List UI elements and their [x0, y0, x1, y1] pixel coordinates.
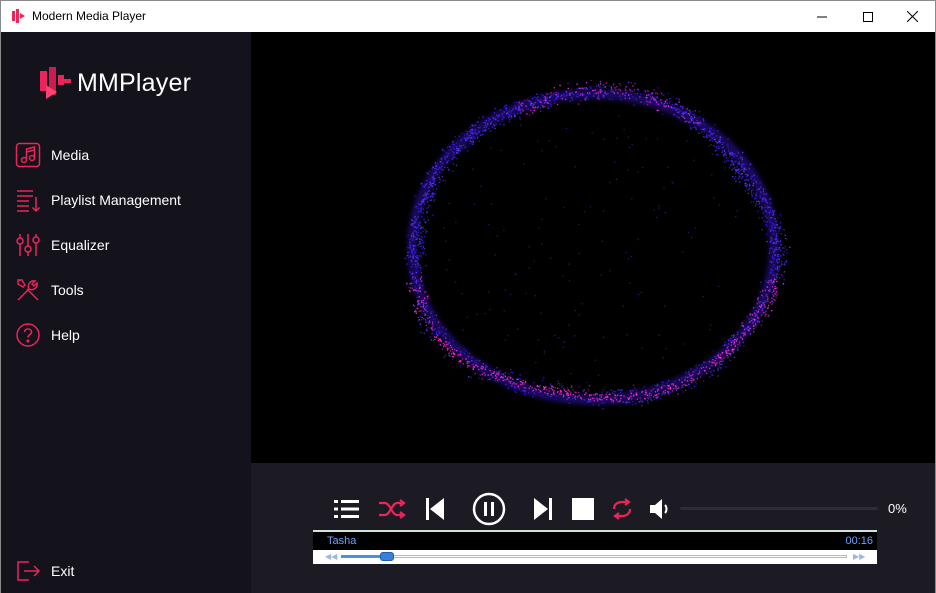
- sidebar-item-label: Equalizer: [51, 237, 110, 253]
- speaker-icon: [650, 499, 668, 519]
- music-note-icon: [15, 142, 41, 168]
- track-title: Tasha: [327, 535, 357, 547]
- exit-icon: [15, 558, 41, 584]
- mmplayer-logo: [40, 67, 71, 99]
- sidebar-item-tools[interactable]: Tools: [15, 275, 84, 305]
- audio-visualizer: [404, 79, 791, 410]
- sidebar: MMPlayer Media Playlist Management Equal…: [1, 32, 251, 593]
- sidebar-item-equalizer[interactable]: Equalizer: [15, 230, 109, 260]
- track-info-bar: Tasha 00:16: [313, 532, 877, 550]
- now-playing-panel: Tasha 00:16 ◀◀ ▶▶: [313, 530, 877, 566]
- sidebar-item-label: Media: [51, 147, 90, 163]
- window-title: Modern Media Player: [32, 9, 147, 23]
- playlist-button[interactable]: [333, 496, 361, 522]
- seek-thumb[interactable]: [379, 552, 394, 561]
- repeat-icon: [612, 498, 632, 520]
- minimize-icon: [817, 16, 827, 17]
- brand-name: MMPlayer: [77, 68, 192, 97]
- exit-button[interactable]: Exit: [15, 556, 74, 586]
- close-icon: [906, 11, 918, 22]
- app-window: Modern Media Player MMPlayer Media Playl…: [0, 0, 936, 593]
- previous-button[interactable]: [423, 495, 447, 523]
- next-button[interactable]: [531, 495, 555, 523]
- rewind-icon[interactable]: ◀◀: [325, 552, 337, 561]
- elapsed-time: 00:16: [845, 535, 873, 547]
- exit-label: Exit: [51, 563, 75, 579]
- volume-slider[interactable]: [680, 507, 878, 510]
- shuffle-button[interactable]: [377, 496, 407, 522]
- player-controls: 0% Tasha 00:16 ◀◀ ▶▶: [251, 463, 935, 593]
- skip-back-icon: [426, 498, 444, 520]
- maximize-button[interactable]: [845, 1, 891, 32]
- sidebar-item-help[interactable]: Help: [15, 320, 80, 350]
- brand: MMPlayer: [37, 63, 191, 103]
- minimize-button[interactable]: [799, 1, 845, 32]
- stop-icon: [572, 498, 594, 520]
- seek-rail: [341, 555, 847, 558]
- volume-button[interactable]: [647, 495, 675, 523]
- sidebar-item-playlist-management[interactable]: Playlist Management: [15, 185, 181, 215]
- close-button[interactable]: [889, 1, 935, 32]
- fast-forward-icon[interactable]: ▶▶: [853, 552, 865, 561]
- playlist-icon: [15, 187, 41, 213]
- seek-bar[interactable]: ◀◀ ▶▶: [313, 550, 877, 564]
- skip-forward-icon: [534, 498, 552, 520]
- volume-percent: 0%: [888, 501, 907, 516]
- sidebar-item-media[interactable]: Media: [15, 140, 89, 170]
- stop-button[interactable]: [571, 497, 595, 521]
- video-area[interactable]: [251, 32, 935, 463]
- tools-icon: [15, 277, 41, 303]
- equalizer-icon: [15, 232, 41, 258]
- pause-icon: [472, 492, 506, 526]
- pause-button[interactable]: [471, 491, 507, 527]
- sidebar-item-label: Playlist Management: [51, 192, 181, 208]
- sidebar-item-label: Tools: [51, 282, 84, 298]
- maximize-icon: [863, 11, 873, 22]
- sidebar-item-label: Help: [51, 327, 80, 343]
- repeat-button[interactable]: [609, 496, 635, 522]
- list-icon: [334, 500, 359, 518]
- title-bar: Modern Media Player: [1, 1, 935, 32]
- visualizer-ring: [404, 79, 791, 410]
- help-icon: [15, 322, 41, 348]
- shuffle-icon: [379, 499, 406, 519]
- app-icon: [12, 9, 25, 23]
